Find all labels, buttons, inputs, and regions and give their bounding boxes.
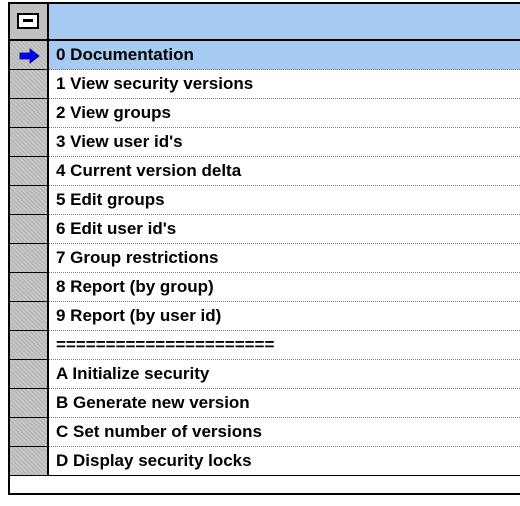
row-selector[interactable] — [10, 99, 49, 128]
table-row[interactable]: 6 Edit user id's — [10, 215, 520, 244]
table-row[interactable]: 9 Report (by user id) — [10, 302, 520, 331]
menu-item-label[interactable]: 4 Current version delta — [49, 157, 520, 186]
menu-item-label[interactable]: 9 Report (by user id) — [49, 302, 520, 331]
table-row[interactable]: 2 View groups — [10, 99, 520, 128]
row-selector[interactable] — [10, 447, 49, 476]
row-selector[interactable] — [10, 273, 49, 302]
header-selector[interactable] — [10, 4, 49, 41]
menu-item-label[interactable]: C Set number of versions — [49, 418, 520, 447]
table-row[interactable]: 5 Edit groups — [10, 186, 520, 215]
row-selector[interactable] — [10, 41, 49, 70]
row-selector[interactable] — [10, 215, 49, 244]
menu-item-label[interactable]: 7 Group restrictions — [49, 244, 520, 273]
menu-item-label[interactable]: 6 Edit user id's — [49, 215, 520, 244]
table-row[interactable]: 7 Group restrictions — [10, 244, 520, 273]
row-selector[interactable] — [10, 244, 49, 273]
menu-item-label[interactable]: 0 Documentation — [49, 41, 520, 70]
row-selector[interactable] — [10, 157, 49, 186]
table-row[interactable]: 8 Report (by group) — [10, 273, 520, 302]
menu-item-label[interactable]: D Display security locks — [49, 447, 520, 476]
collapse-icon[interactable] — [17, 13, 39, 29]
table-row[interactable]: 1 View security versions — [10, 70, 520, 99]
menu-item-label[interactable]: 8 Report (by group) — [49, 273, 520, 302]
arrow-right-icon — [19, 48, 40, 64]
header-cell — [49, 4, 520, 41]
table-row[interactable]: 0 Documentation — [10, 41, 520, 70]
row-selector[interactable] — [10, 128, 49, 157]
separator-label[interactable]: ====================== — [49, 331, 520, 360]
row-selector[interactable] — [10, 186, 49, 215]
table-row[interactable]: 4 Current version delta — [10, 157, 520, 186]
table-row[interactable]: D Display security locks — [10, 447, 520, 476]
row-selector[interactable] — [10, 389, 49, 418]
menu-item-label[interactable]: 1 View security versions — [49, 70, 520, 99]
row-selector[interactable] — [10, 70, 49, 99]
table-row[interactable]: A Initialize security — [10, 360, 520, 389]
menu-item-label[interactable]: 5 Edit groups — [49, 186, 520, 215]
menu-item-label[interactable]: 3 View user id's — [49, 128, 520, 157]
table-row[interactable]: C Set number of versions — [10, 418, 520, 447]
table-row[interactable]: B Generate new version — [10, 389, 520, 418]
row-selector[interactable] — [10, 360, 49, 389]
table-row[interactable]: 3 View user id's — [10, 128, 520, 157]
row-selector[interactable] — [10, 418, 49, 447]
row-selector[interactable] — [10, 302, 49, 331]
row-selector[interactable] — [10, 331, 49, 360]
grid-header — [10, 4, 520, 41]
table-row[interactable]: ====================== — [10, 331, 520, 360]
menu-item-label[interactable]: 2 View groups — [49, 99, 520, 128]
menu-item-label[interactable]: A Initialize security — [49, 360, 520, 389]
menu-item-label[interactable]: B Generate new version — [49, 389, 520, 418]
menu-grid: 0 Documentation 1 View security versions… — [8, 2, 520, 495]
